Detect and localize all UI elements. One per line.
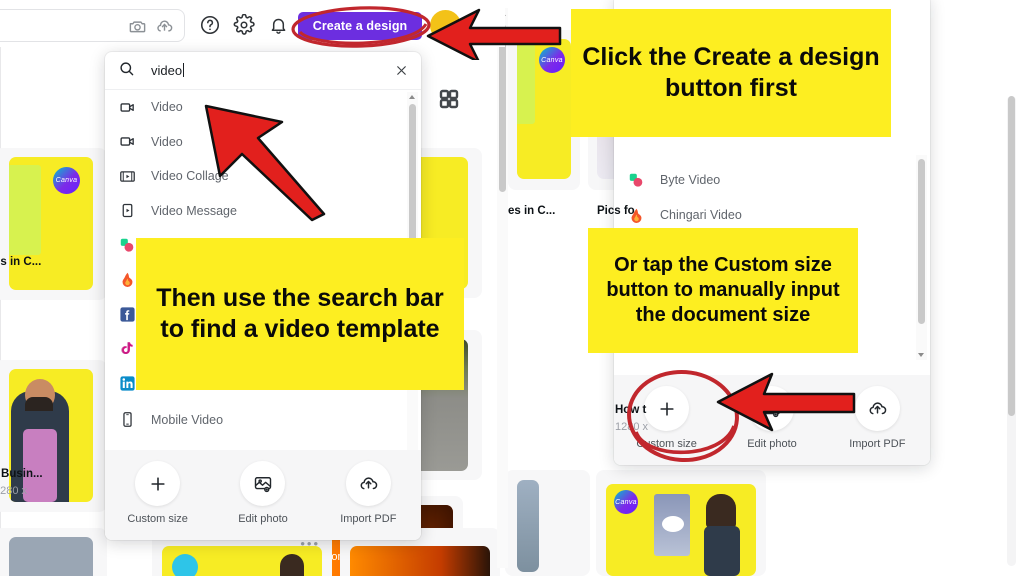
import-pdf-label: Import PDF [340, 513, 397, 525]
scrollbar-thumb[interactable] [918, 159, 925, 324]
search-query-text: video [151, 63, 183, 78]
upload-cloud-icon[interactable] [151, 13, 177, 39]
scrollbar-thumb[interactable] [1008, 96, 1015, 416]
dropdown-item-label: Video [151, 100, 183, 115]
grid-icon[interactable] [438, 88, 460, 110]
red-circle-annotation-create-button [291, 6, 431, 48]
video-camera-icon [119, 97, 141, 117]
template-size: 1280 x [0, 485, 28, 497]
foreground-window-scrollbar[interactable] [497, 8, 508, 568]
import-pdf-label: Import PDF [849, 438, 906, 450]
template-thumbnail: Canva [517, 39, 571, 179]
import-pdf-button[interactable]: Import PDF [322, 461, 414, 525]
plus-icon [135, 461, 181, 506]
scroll-up-arrow-icon[interactable] [409, 95, 415, 99]
template-thumbnail [162, 546, 322, 576]
callout-create-a-design: Click the Create a design button first [571, 9, 891, 137]
close-icon[interactable] [394, 63, 409, 83]
template-title: Pics fo [597, 205, 635, 217]
upload-cloud-icon [345, 461, 391, 506]
image-edit-icon [240, 461, 286, 506]
dropdown-item-label: Byte Video [660, 173, 721, 188]
red-arrow-pointing-to-create-button [426, 8, 562, 60]
template-title: es in C... [508, 205, 556, 217]
template-title: t Busin... [0, 468, 43, 480]
edit-photo-button[interactable]: Edit photo [217, 461, 309, 525]
upload-cloud-icon [854, 386, 900, 431]
dropdown-item-mobile-video[interactable]: Mobile Video [105, 401, 421, 439]
dropdown-item-label: Chingari Video [660, 208, 742, 223]
canva-badge: Canva [53, 167, 80, 194]
dropdown-footer-actions: Custom size Edit photo Import PDF [105, 450, 421, 540]
camera-icon[interactable] [124, 13, 150, 39]
dropdown-search-input[interactable]: video [151, 63, 185, 78]
template-card[interactable]: Canva [596, 470, 766, 576]
gear-icon[interactable] [231, 12, 257, 38]
template-card[interactable]: Canva [0, 148, 107, 300]
film-strip-icon [119, 166, 141, 186]
canva-badge: Canva [614, 490, 638, 514]
dropdown-item-byte-video[interactable]: Byte Video [614, 163, 930, 198]
edit-photo-label: Edit photo [238, 513, 288, 525]
template-thumbnail [517, 480, 539, 572]
template-card[interactable] [505, 470, 590, 576]
template-thumbnail [9, 369, 93, 502]
template-title: es in C... [0, 256, 42, 268]
search-icon [118, 60, 135, 82]
dropdown-item-label: Mobile Video [151, 412, 224, 427]
video-camera-icon [119, 132, 141, 152]
help-icon[interactable] [197, 12, 223, 38]
template-card[interactable] [0, 528, 107, 576]
template-thumbnail [350, 546, 490, 576]
template-thumbnail: Canva [9, 157, 93, 290]
screenshot-root: anva HaveA GreatSummer From: Canva es in… [0, 0, 1024, 576]
template-thumbnail: Canva [606, 484, 756, 576]
template-thumbnail [9, 537, 93, 576]
video-message-icon [119, 201, 141, 221]
background-dropdown-scrollbar[interactable] [916, 155, 927, 360]
callout-search-bar: Then use the search bar to find a video … [136, 238, 464, 390]
scroll-down-arrow-icon[interactable] [918, 353, 924, 357]
custom-size-label: Custom size [127, 513, 188, 525]
dropdown-item-label: Video [151, 134, 183, 149]
mobile-phone-icon [119, 410, 141, 430]
dropdown-search-row[interactable]: video [105, 52, 421, 90]
background-window-scrollbar[interactable] [1007, 96, 1016, 566]
red-arrow-pointing-to-search-bar [204, 104, 326, 222]
red-arrow-pointing-to-custom-size [716, 372, 856, 432]
byte-logo-icon [628, 170, 650, 190]
callout-custom-size: Or tap the Custom size button to manuall… [588, 228, 858, 353]
custom-size-button[interactable]: Custom size [112, 461, 204, 525]
